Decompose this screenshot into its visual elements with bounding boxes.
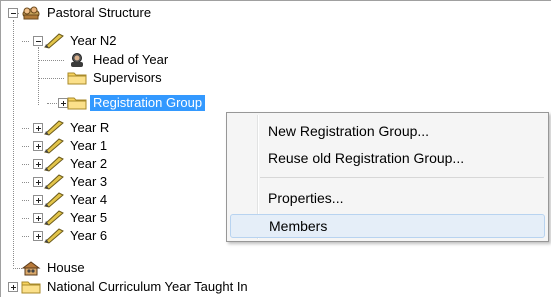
head-of-year-icon	[66, 52, 88, 68]
tree-node-label: Year 6	[70, 228, 108, 243]
tree-line	[13, 20, 14, 266]
tree-node-year-1[interactable]: Year 1	[43, 137, 110, 155]
pastoral-structure-icon	[20, 5, 42, 21]
expand-button[interactable]	[33, 123, 43, 133]
tree-node-label: Year 1	[70, 138, 108, 153]
pencil-icon	[43, 33, 65, 49]
tree-node-house[interactable]: House	[20, 259, 88, 277]
tree-node-national-curriculum[interactable]: National Curriculum Year Taught In	[20, 278, 251, 296]
expand-button[interactable]	[33, 231, 43, 241]
tree-node-label: Registration Group	[90, 95, 206, 111]
tree-line	[22, 218, 29, 219]
tree-node-head-of-year[interactable]: Head of Year	[66, 51, 171, 69]
context-menu: New Registration Group... Reuse old Regi…	[226, 112, 549, 242]
tree-node-label: Year R	[70, 120, 110, 135]
tree-line	[22, 41, 29, 42]
tree-node-year-r[interactable]: Year R	[43, 119, 112, 137]
tree-line	[38, 47, 39, 105]
expand-button[interactable]	[33, 159, 43, 169]
collapse-button[interactable]	[8, 8, 18, 18]
folder-icon	[66, 95, 88, 111]
tree-node-year-2[interactable]: Year 2	[43, 155, 110, 173]
menu-item-members[interactable]: Members	[230, 214, 545, 238]
tree-node-label: Year 5	[70, 210, 108, 225]
folder-icon	[20, 279, 42, 295]
pencil-icon	[43, 228, 65, 244]
pencil-icon	[43, 210, 65, 226]
tree-line	[22, 164, 29, 165]
tree-node-year-5[interactable]: Year 5	[43, 209, 110, 227]
tree-node-registration-group[interactable]: Registration Group	[66, 94, 206, 112]
tree-node-label: House	[47, 260, 85, 275]
tree-node-supervisors[interactable]: Supervisors	[66, 69, 165, 87]
tree-node-label: Head of Year	[93, 52, 169, 67]
tree-line	[22, 182, 29, 183]
tree-node-pastoral-structure[interactable]: Pastoral Structure	[20, 4, 154, 22]
tree-node-year-4[interactable]: Year 4	[43, 191, 110, 209]
house-icon	[20, 260, 42, 276]
tree-node-label: Year 2	[70, 156, 108, 171]
tree-node-label: Supervisors	[93, 70, 162, 85]
menu-item-new-registration-group[interactable]: New Registration Group...	[230, 119, 545, 143]
tree-line	[22, 200, 29, 201]
collapse-button[interactable]	[33, 36, 43, 46]
pencil-icon	[43, 138, 65, 154]
folder-icon	[66, 70, 88, 86]
tree-node-label: Year 4	[70, 192, 108, 207]
pencil-icon	[43, 192, 65, 208]
pencil-icon	[43, 120, 65, 136]
tree-line	[22, 146, 29, 147]
tree-line	[22, 236, 29, 237]
tree-node-label: Pastoral Structure	[47, 5, 152, 20]
tree-line	[22, 128, 29, 129]
expand-button[interactable]	[33, 195, 43, 205]
menu-item-reuse-old-registration-group[interactable]: Reuse old Registration Group...	[230, 146, 545, 170]
tree-line	[38, 60, 64, 61]
tree-node-label: Year N2	[70, 33, 117, 48]
tree-node-year-3[interactable]: Year 3	[43, 173, 110, 191]
expand-button[interactable]	[33, 141, 43, 151]
expand-button[interactable]	[33, 213, 43, 223]
menu-separator	[260, 177, 544, 178]
menu-item-properties[interactable]: Properties...	[230, 186, 545, 210]
pencil-icon	[43, 156, 65, 172]
tree-node-label: Year 3	[70, 174, 108, 189]
expand-button[interactable]	[33, 177, 43, 187]
expand-button[interactable]	[8, 282, 18, 292]
tree-node-year-n2[interactable]: Year N2	[43, 32, 120, 50]
tree-node-label: National Curriculum Year Taught In	[47, 279, 248, 294]
tree-line	[38, 78, 64, 79]
pencil-icon	[43, 174, 65, 190]
tree-node-year-6[interactable]: Year 6	[43, 227, 110, 245]
